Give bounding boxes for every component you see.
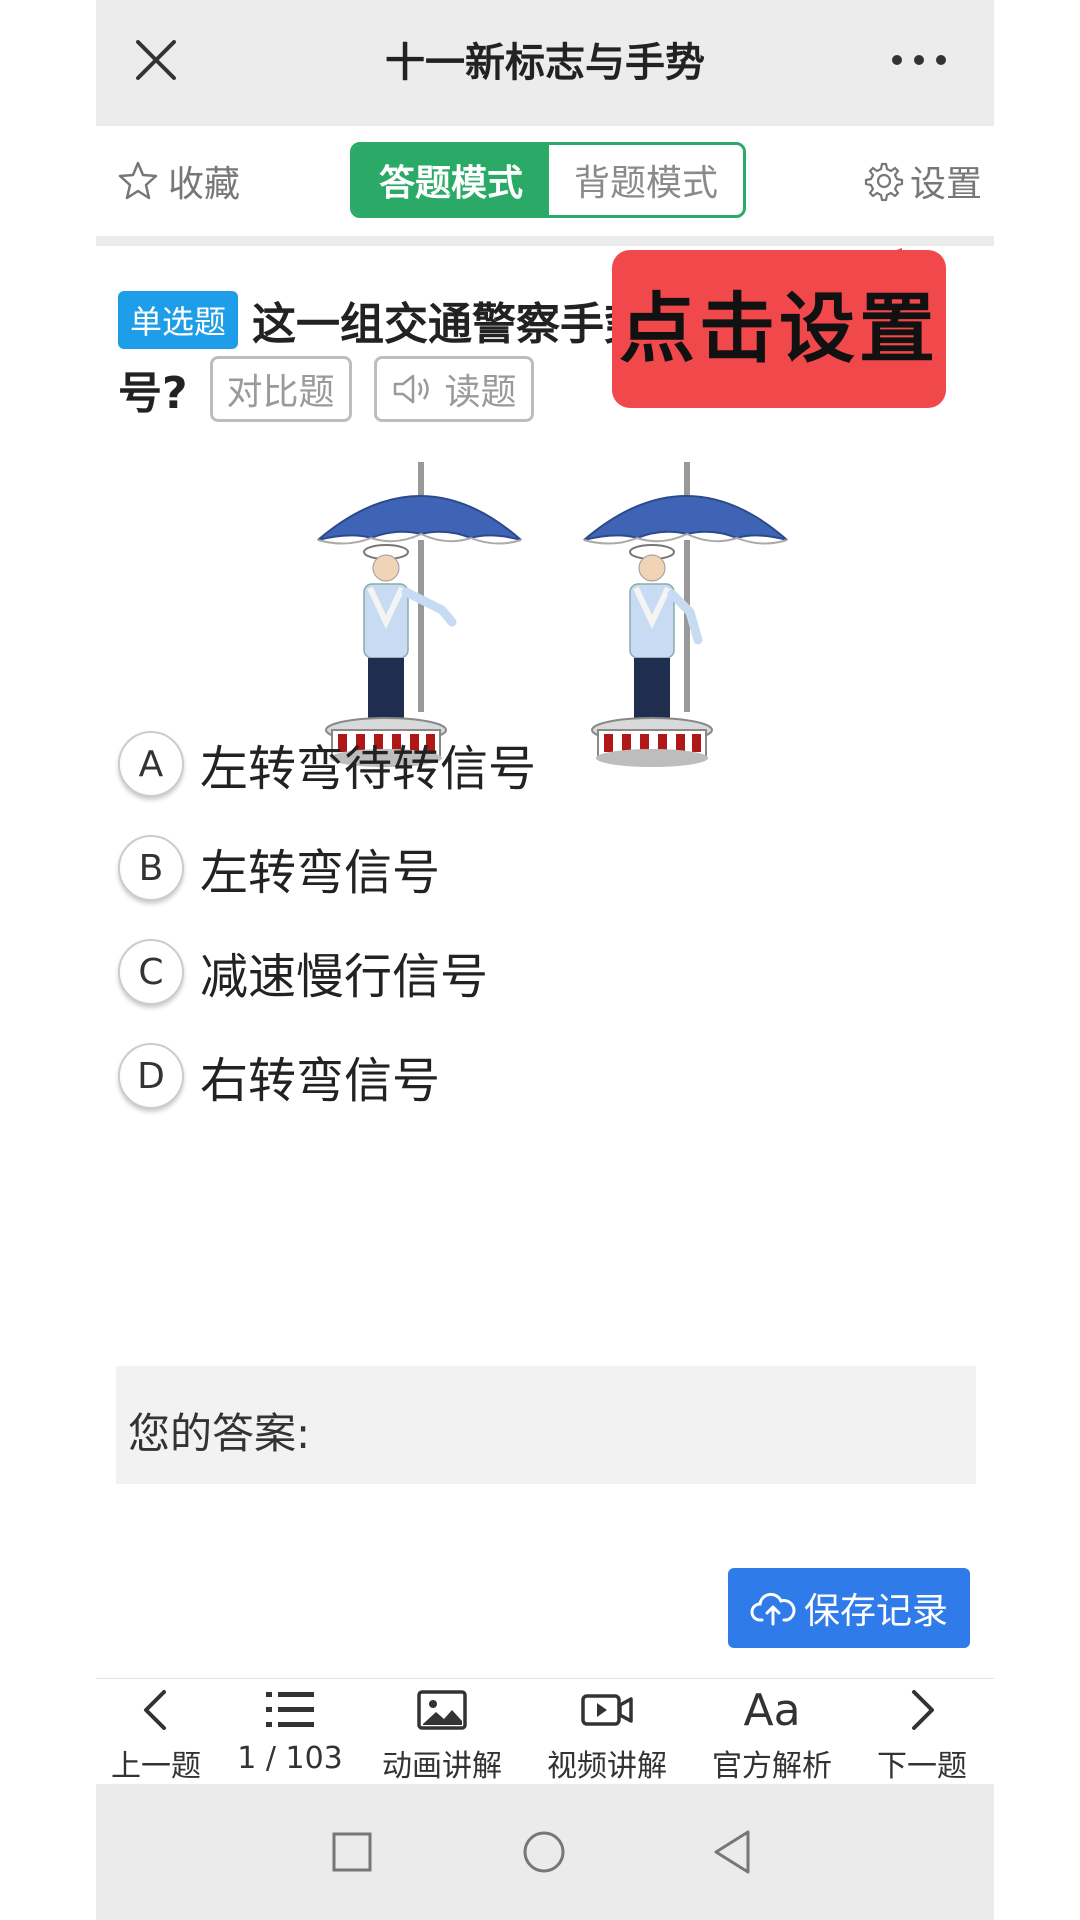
question-type-badge: 单选题: [118, 291, 239, 349]
question-toolbar: 收藏 答题模式 背题模式 设置: [96, 126, 994, 236]
tab-answer-mode[interactable]: 答题模式: [353, 145, 549, 215]
option-letter: A: [118, 731, 184, 797]
video-explain-button[interactable]: 视频讲解: [537, 1679, 677, 1785]
save-label: 保存记录: [803, 1591, 948, 1632]
animation-explain-label: 动画讲解: [382, 1749, 502, 1784]
chevron-right-icon: [912, 1690, 934, 1730]
next-question-button[interactable]: 下一题: [852, 1679, 992, 1785]
chevron-left-icon: [144, 1690, 166, 1730]
mode-switch: 答题模式 背题模式: [350, 142, 746, 218]
option-d[interactable]: D 右转弯信号: [118, 1034, 440, 1118]
favorite-label: 收藏: [168, 164, 241, 205]
option-a[interactable]: A 左转弯待转信号: [118, 722, 536, 806]
read-label: 读题: [444, 372, 517, 413]
police-figure-right: [583, 462, 788, 767]
video-explain-label: 视频讲解: [547, 1749, 667, 1784]
your-answer-label: 您的答案:: [128, 1409, 311, 1458]
bottom-nav: 上一题 1 / 103 动画讲解 视频讲解 Aa 官方解析 下一题: [96, 1678, 994, 1785]
question-card: 单选题 这一组交通警察手势是什么信 号? 对比题 读题 A 左转弯待转信号 B …: [96, 246, 994, 1678]
prev-question-label: 上一题: [111, 1749, 201, 1784]
option-text: 左转弯待转信号: [200, 741, 537, 797]
question-text-continued: 号?: [118, 368, 188, 419]
option-c[interactable]: C 减速慢行信号: [118, 930, 488, 1014]
question-list-button[interactable]: 1 / 103: [220, 1679, 360, 1785]
settings-label: 设置: [909, 164, 982, 205]
back-icon[interactable]: [710, 1828, 754, 1876]
list-icon: [266, 1692, 314, 1727]
callout-text: 点击设置: [619, 284, 939, 373]
font-aa-icon: Aa: [743, 1684, 801, 1736]
gear-icon: [864, 162, 904, 202]
system-nav-bar: [96, 1784, 994, 1920]
more-options-icon[interactable]: [884, 40, 954, 80]
option-letter: D: [118, 1043, 184, 1109]
option-text: 左转弯信号: [200, 845, 441, 901]
option-letter: B: [118, 835, 184, 901]
video-icon: [581, 1694, 633, 1726]
prev-question-button[interactable]: 上一题: [96, 1679, 226, 1785]
traffic-police-gesture-illustration: [317, 462, 788, 767]
progress-counter: 1 / 103: [237, 1741, 343, 1776]
next-question-label: 下一题: [877, 1749, 967, 1784]
animation-explain-button[interactable]: 动画讲解: [372, 1679, 512, 1785]
question-second-row: 号? 对比题 读题: [118, 356, 534, 422]
compare-button[interactable]: 对比题: [209, 356, 352, 422]
settings-button[interactable]: 设置: [860, 156, 982, 206]
favorite-button[interactable]: 收藏: [116, 156, 240, 206]
title-bar: 十一新标志与手势: [96, 0, 994, 126]
speaker-icon: [393, 374, 429, 404]
tab-memorize-mode[interactable]: 背题模式: [549, 145, 743, 215]
image-icon: [417, 1690, 467, 1730]
official-explain-button[interactable]: Aa 官方解析: [702, 1679, 842, 1785]
your-answer-box: 您的答案:: [116, 1366, 976, 1484]
page-title: 十一新标志与手势: [385, 40, 705, 86]
cloud-upload-icon: [750, 1592, 796, 1626]
option-letter: C: [118, 939, 184, 1005]
option-text: 减速慢行信号: [200, 949, 489, 1005]
recent-apps-icon[interactable]: [330, 1830, 374, 1874]
option-b[interactable]: B 左转弯信号: [118, 826, 440, 910]
tap-settings-callout: 点击设置: [612, 248, 946, 408]
star-icon: [118, 161, 158, 200]
save-record-button[interactable]: 保存记录: [728, 1568, 970, 1648]
divider: [96, 236, 994, 246]
home-icon[interactable]: [520, 1828, 568, 1876]
compare-label: 对比题: [226, 372, 335, 413]
read-aloud-button[interactable]: 读题: [373, 356, 534, 422]
option-text: 右转弯信号: [200, 1053, 441, 1109]
official-explain-label: 官方解析: [712, 1749, 832, 1784]
app-screen: 十一新标志与手势 收藏 答题模式 背题模式 设置 单选题 这一组交通警察手势是什…: [96, 0, 994, 1920]
